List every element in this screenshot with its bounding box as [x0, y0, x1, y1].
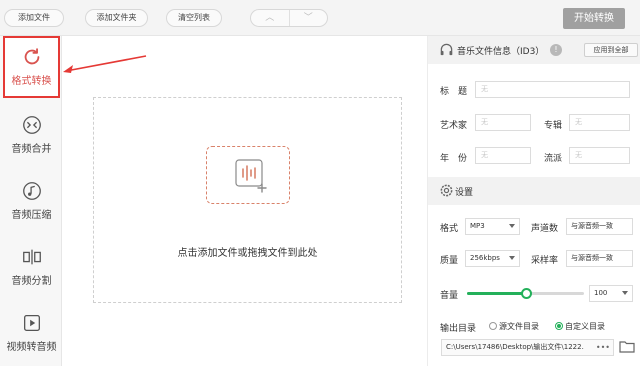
album-label: 专辑 [544, 121, 563, 131]
album-field[interactable]: 无 [569, 114, 630, 131]
sidebar-item-label: 视频转音频 [6, 342, 57, 353]
add-folder-button[interactable]: 添加文件夹 [85, 9, 148, 27]
output-source-label[interactable]: 源文件目录 [499, 321, 539, 332]
title-field[interactable]: 无 [475, 81, 630, 98]
quality-select[interactable]: 256kbps [465, 250, 520, 267]
title-label: 标 题 [440, 87, 468, 97]
output-custom-label[interactable]: 自定义目录 [565, 321, 605, 332]
genre-field[interactable]: 无 [569, 147, 630, 164]
split-icon [22, 249, 41, 265]
chevron-down-icon [509, 256, 515, 260]
sidebar-item-label: 音频合并 [11, 144, 52, 155]
output-path-field[interactable]: C:\Users\17486\Desktop\输出文件\1222. ••• [441, 339, 614, 356]
sidebar: 格式转换 音频合并 音频压缩 音频分割 视频转音频 [0, 36, 62, 366]
drop-zone-text: 点击添加文件或拖拽文件到此处 [177, 248, 318, 259]
sidebar-item-audio-compress[interactable]: 音频压缩 [3, 170, 60, 232]
year-field[interactable]: 无 [475, 147, 531, 164]
sidebar-item-audio-merge[interactable]: 音频合并 [3, 104, 60, 166]
chevron-down-icon [509, 224, 515, 228]
quality-label: 质量 [440, 256, 459, 266]
sidebar-item-label: 音频分割 [11, 276, 52, 287]
artist-field[interactable]: 无 [475, 114, 531, 131]
settings-header: 设置 [428, 177, 640, 205]
format-select[interactable]: MP3 [465, 218, 520, 235]
samplerate-value: 与源音频一致 [571, 254, 613, 262]
quality-value: 256kbps [470, 254, 500, 262]
browse-dots-button[interactable]: ••• [596, 340, 610, 355]
folder-icon[interactable] [619, 340, 635, 353]
samplerate-label: 采样率 [531, 256, 559, 266]
volume-slider-thumb[interactable] [520, 288, 532, 299]
play-icon [23, 315, 40, 331]
start-convert-button[interactable]: 开始转换 [563, 8, 625, 29]
output-custom-radio[interactable] [555, 322, 563, 330]
headphones-icon [440, 43, 453, 56]
format-value: MP3 [470, 222, 485, 230]
gear-icon [440, 184, 453, 197]
file-drop-zone[interactable]: 点击添加文件或拖拽文件到此处 [93, 97, 402, 303]
sidebar-item-label: 音频压缩 [11, 210, 52, 221]
volume-value: 100 [594, 289, 608, 297]
settings-panel: 音乐文件信息（ID3） ! 应用到全部 标 题 无 艺术家 无 专辑 无 年 份… [427, 36, 640, 366]
volume-input[interactable]: 100 [589, 285, 633, 302]
music-note-icon [22, 182, 41, 200]
add-audio-icon [206, 146, 290, 204]
samplerate-select[interactable]: 与源音频一致 [566, 250, 633, 267]
toolbar: 添加文件 添加文件夹 清空列表 ︿ ﹀ 开始转换 [0, 0, 640, 36]
channels-label: 声道数 [531, 224, 559, 234]
sidebar-item-label: 格式转换 [11, 76, 52, 87]
move-down-button[interactable]: ﹀ [290, 10, 328, 26]
move-up-button[interactable]: ︿ [251, 10, 290, 26]
sidebar-item-video-to-audio[interactable]: 视频转音频 [3, 302, 60, 364]
volume-slider[interactable] [467, 288, 584, 299]
output-dir-label: 输出目录 [440, 324, 477, 334]
annotation-arrow [63, 55, 147, 73]
channels-value: 与源音频一致 [571, 222, 613, 230]
reorder-buttons: ︿ ﹀ [250, 9, 328, 27]
volume-slider-fill [467, 292, 526, 295]
add-file-button[interactable]: 添加文件 [4, 9, 64, 27]
output-source-radio[interactable] [489, 322, 497, 330]
volume-label: 音量 [440, 291, 459, 301]
id3-title: 音乐文件信息（ID3） [457, 47, 545, 57]
settings-title: 设置 [455, 188, 474, 198]
chevron-down-icon [622, 291, 628, 295]
merge-icon [22, 116, 41, 134]
sidebar-item-audio-split[interactable]: 音频分割 [3, 236, 60, 298]
info-icon[interactable]: ! [550, 44, 562, 56]
apply-to-all-button[interactable]: 应用到全部 [584, 43, 638, 57]
year-label: 年 份 [440, 154, 468, 164]
channels-select[interactable]: 与源音频一致 [566, 218, 633, 235]
sidebar-item-format-convert[interactable]: 格式转换 [3, 36, 60, 98]
output-path-value: C:\Users\17486\Desktop\输出文件\1222. [446, 343, 584, 351]
refresh-icon [24, 48, 39, 65]
genre-label: 流派 [544, 154, 563, 164]
clear-list-button[interactable]: 清空列表 [166, 9, 222, 27]
id3-header: 音乐文件信息（ID3） ! 应用到全部 [428, 36, 640, 64]
format-label: 格式 [440, 224, 459, 234]
artist-label: 艺术家 [440, 121, 468, 131]
